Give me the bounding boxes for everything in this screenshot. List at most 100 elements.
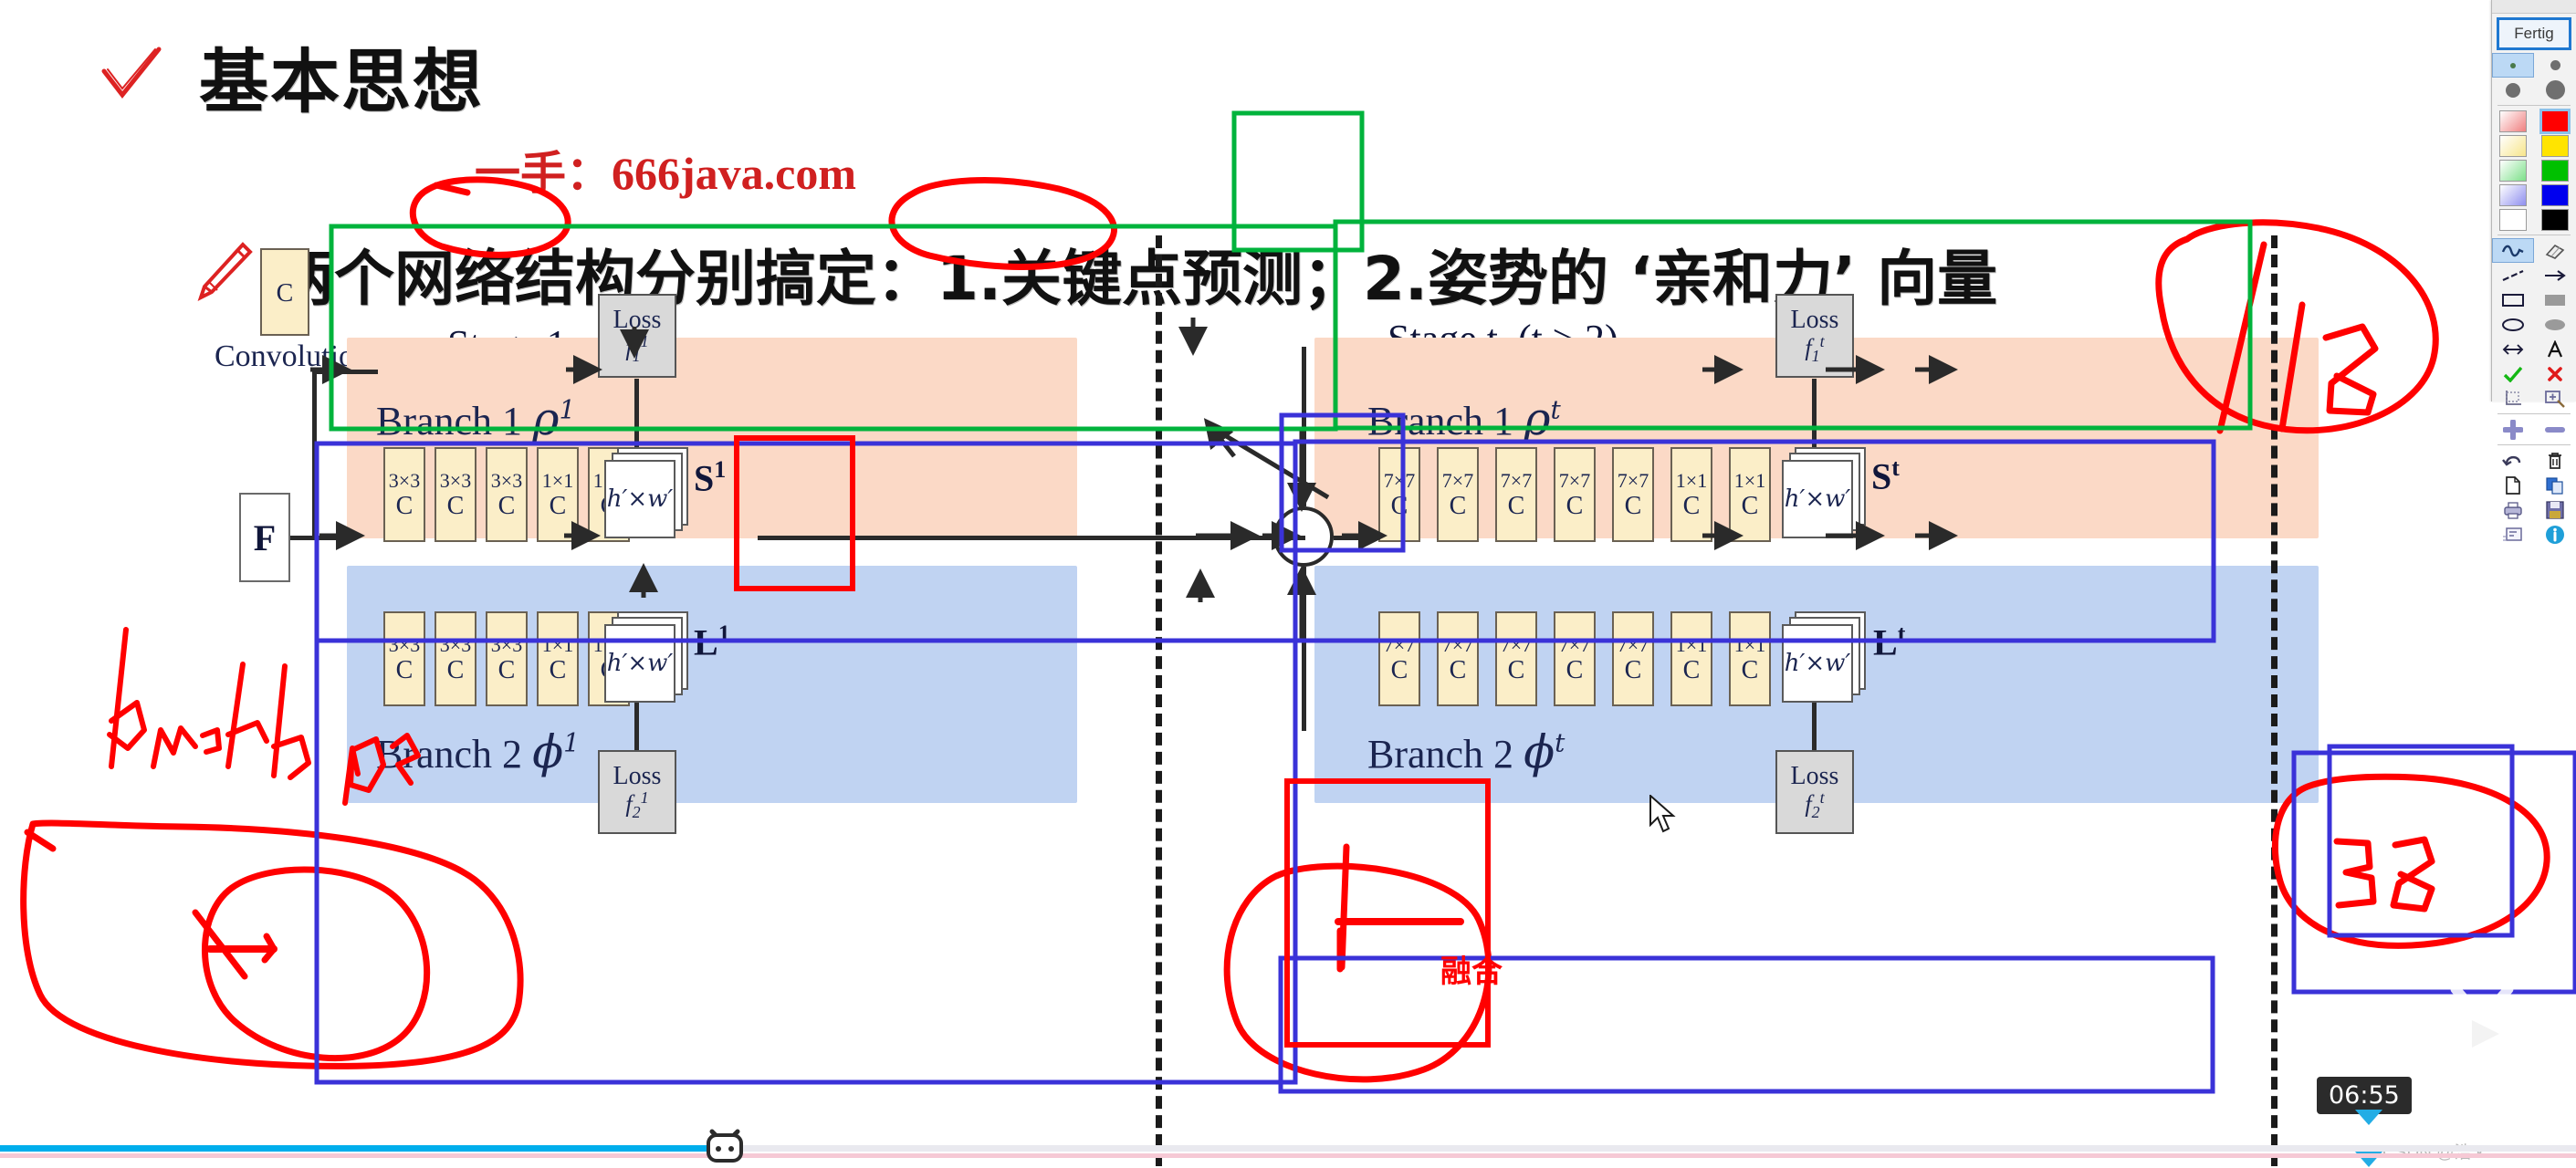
- ellipse-outline-icon[interactable]: [2492, 312, 2534, 337]
- color-swatch[interactable]: [2492, 158, 2534, 182]
- fusion-label: 融合: [1440, 954, 1503, 990]
- pen-size-m[interactable]: [2492, 78, 2534, 102]
- conv-letter: C: [1507, 491, 1525, 520]
- annotation-toolbar: Fertig: [2491, 0, 2576, 544]
- arrow-icon[interactable]: [2534, 263, 2576, 287]
- stage-t-branch1-label: Branch 1 ρt: [1367, 392, 1561, 445]
- color-swatch[interactable]: [2492, 133, 2534, 158]
- zoom-in-icon[interactable]: [2534, 386, 2576, 411]
- color-swatch[interactable]: [2492, 182, 2534, 207]
- conv-kernel-label: 7×7: [1500, 468, 1533, 492]
- eraser-icon[interactable]: [2534, 238, 2576, 263]
- conv-kernel-label: 1×1: [1675, 468, 1708, 492]
- conv-kernel-label: 7×7: [1383, 632, 1416, 656]
- conv-block: 7×7 C: [1378, 611, 1420, 706]
- color-swatch-chip[interactable]: [2499, 134, 2527, 157]
- trash-icon[interactable]: [2534, 448, 2576, 473]
- legend-conv-box: C: [260, 248, 309, 336]
- color-swatch-chip[interactable]: [2499, 159, 2527, 182]
- ellipse-filled-icon[interactable]: [2534, 312, 2576, 337]
- slide-canvas: 基本思想 一手：666java.com 两个网络结构分别搞定：1.关键点预测；2…: [0, 0, 2576, 1167]
- new-page-icon[interactable]: [2492, 473, 2534, 497]
- subtitle-watermark: 一手：666java.com: [475, 148, 856, 199]
- conv-block: 7×7 C: [1612, 611, 1654, 706]
- conv-block: 7×7 C: [1495, 611, 1537, 706]
- stage1-branch1-featuremap: h′×w′: [604, 447, 688, 538]
- conv-kernel-label: 7×7: [1617, 468, 1649, 492]
- pen-size-s[interactable]: [2534, 53, 2576, 78]
- stage1-branch1-label: Branch 1 ρ1: [376, 392, 576, 445]
- conv-kernel-label: 7×7: [1441, 468, 1474, 492]
- check-mark-icon: [101, 47, 162, 99]
- conv-block: 7×7 C: [1437, 611, 1479, 706]
- pen-size-xs[interactable]: [2492, 53, 2534, 78]
- rectangle-outline-icon[interactable]: [2492, 287, 2534, 312]
- color-swatch-chip[interactable]: [2499, 183, 2527, 206]
- file-action-grid: [2492, 448, 2576, 547]
- color-swatch-chip[interactable]: [2541, 134, 2569, 157]
- color-swatch[interactable]: [2534, 108, 2576, 134]
- color-swatch[interactable]: [2492, 109, 2534, 133]
- reject-cross-icon[interactable]: [2534, 361, 2576, 386]
- color-swatch[interactable]: [2534, 182, 2576, 207]
- toolbar-divider-3: [2497, 413, 2571, 414]
- conv-block: 3×3 C: [435, 611, 476, 706]
- conv-block: 7×7 C: [1495, 447, 1537, 542]
- pen-size-grid: [2492, 53, 2576, 102]
- arrow-loss-stb2-v: [1812, 703, 1817, 757]
- stage-t-branch2-loss: Loss f2t: [1775, 750, 1854, 834]
- plus-icon[interactable]: [2492, 417, 2534, 442]
- stage1-branch2-label: Branch 2 ϕ1: [376, 725, 580, 778]
- note-icon[interactable]: [2492, 522, 2534, 547]
- wire-f-up: [312, 370, 317, 538]
- copy-icon[interactable]: [2534, 473, 2576, 497]
- color-swatch-chip[interactable]: [2541, 159, 2569, 182]
- stage1-branch2-loss: Loss f21: [598, 750, 676, 834]
- progress-knob-bilibili[interactable]: [705, 1128, 745, 1163]
- color-swatch-chip[interactable]: [2541, 208, 2569, 231]
- rectangle-filled-icon[interactable]: [2534, 287, 2576, 312]
- text-icon[interactable]: [2534, 337, 2576, 361]
- conv-kernel-label: 7×7: [1383, 468, 1416, 492]
- stage1-branch1-loss-sym: f11: [625, 332, 649, 366]
- conv-letter: C: [1449, 655, 1467, 684]
- undo-icon[interactable]: [2492, 448, 2534, 473]
- color-swatch-chip[interactable]: [2499, 110, 2527, 132]
- color-swatch-chip[interactable]: [2539, 108, 2571, 134]
- input-feature-box: F: [239, 493, 290, 582]
- crop-icon[interactable]: [2492, 386, 2534, 411]
- color-swatch[interactable]: [2492, 207, 2534, 232]
- accept-check-icon[interactable]: [2492, 361, 2534, 386]
- save-icon[interactable]: [2534, 497, 2576, 522]
- color-swatch-chip[interactable]: [2499, 208, 2527, 231]
- color-swatch-chip[interactable]: [2541, 183, 2569, 206]
- conv-letter: C: [446, 655, 465, 684]
- pencil-icon: [197, 242, 253, 301]
- conv-letter: C: [497, 655, 516, 684]
- pen-size-l[interactable]: [2534, 78, 2576, 102]
- minus-icon[interactable]: [2534, 417, 2576, 442]
- stage-t-branch2-label: Branch 2 ϕt: [1367, 725, 1565, 778]
- done-button[interactable]: Fertig: [2497, 17, 2571, 50]
- mouse-cursor: [1649, 795, 1676, 833]
- conv-kernel-label: 1×1: [541, 632, 574, 656]
- color-swatch[interactable]: [2534, 133, 2576, 158]
- conv-block: 3×3 C: [486, 447, 528, 542]
- info-icon[interactable]: [2534, 522, 2576, 547]
- conv-letter: C: [446, 491, 465, 520]
- conv-block: 3×3 C: [435, 447, 476, 542]
- conv-block: 7×7 C: [1612, 447, 1654, 542]
- resize-icon[interactable]: [2492, 337, 2534, 361]
- freehand-icon[interactable]: [2492, 238, 2534, 263]
- color-swatch[interactable]: [2534, 207, 2576, 232]
- progress-secondary: [0, 1153, 2576, 1158]
- stage-t-branch2-symbol: ϕt: [1524, 725, 1565, 778]
- line-icon[interactable]: [2492, 263, 2534, 287]
- conv-letter: C: [1624, 655, 1642, 684]
- conv-kernel-label: 7×7: [1500, 632, 1533, 656]
- print-icon[interactable]: [2492, 497, 2534, 522]
- arrow-loss-s1b1-v: [634, 379, 639, 449]
- blue-rect-38: [2291, 750, 2576, 995]
- color-swatch[interactable]: [2534, 158, 2576, 182]
- video-progress-fill[interactable]: [0, 1145, 722, 1152]
